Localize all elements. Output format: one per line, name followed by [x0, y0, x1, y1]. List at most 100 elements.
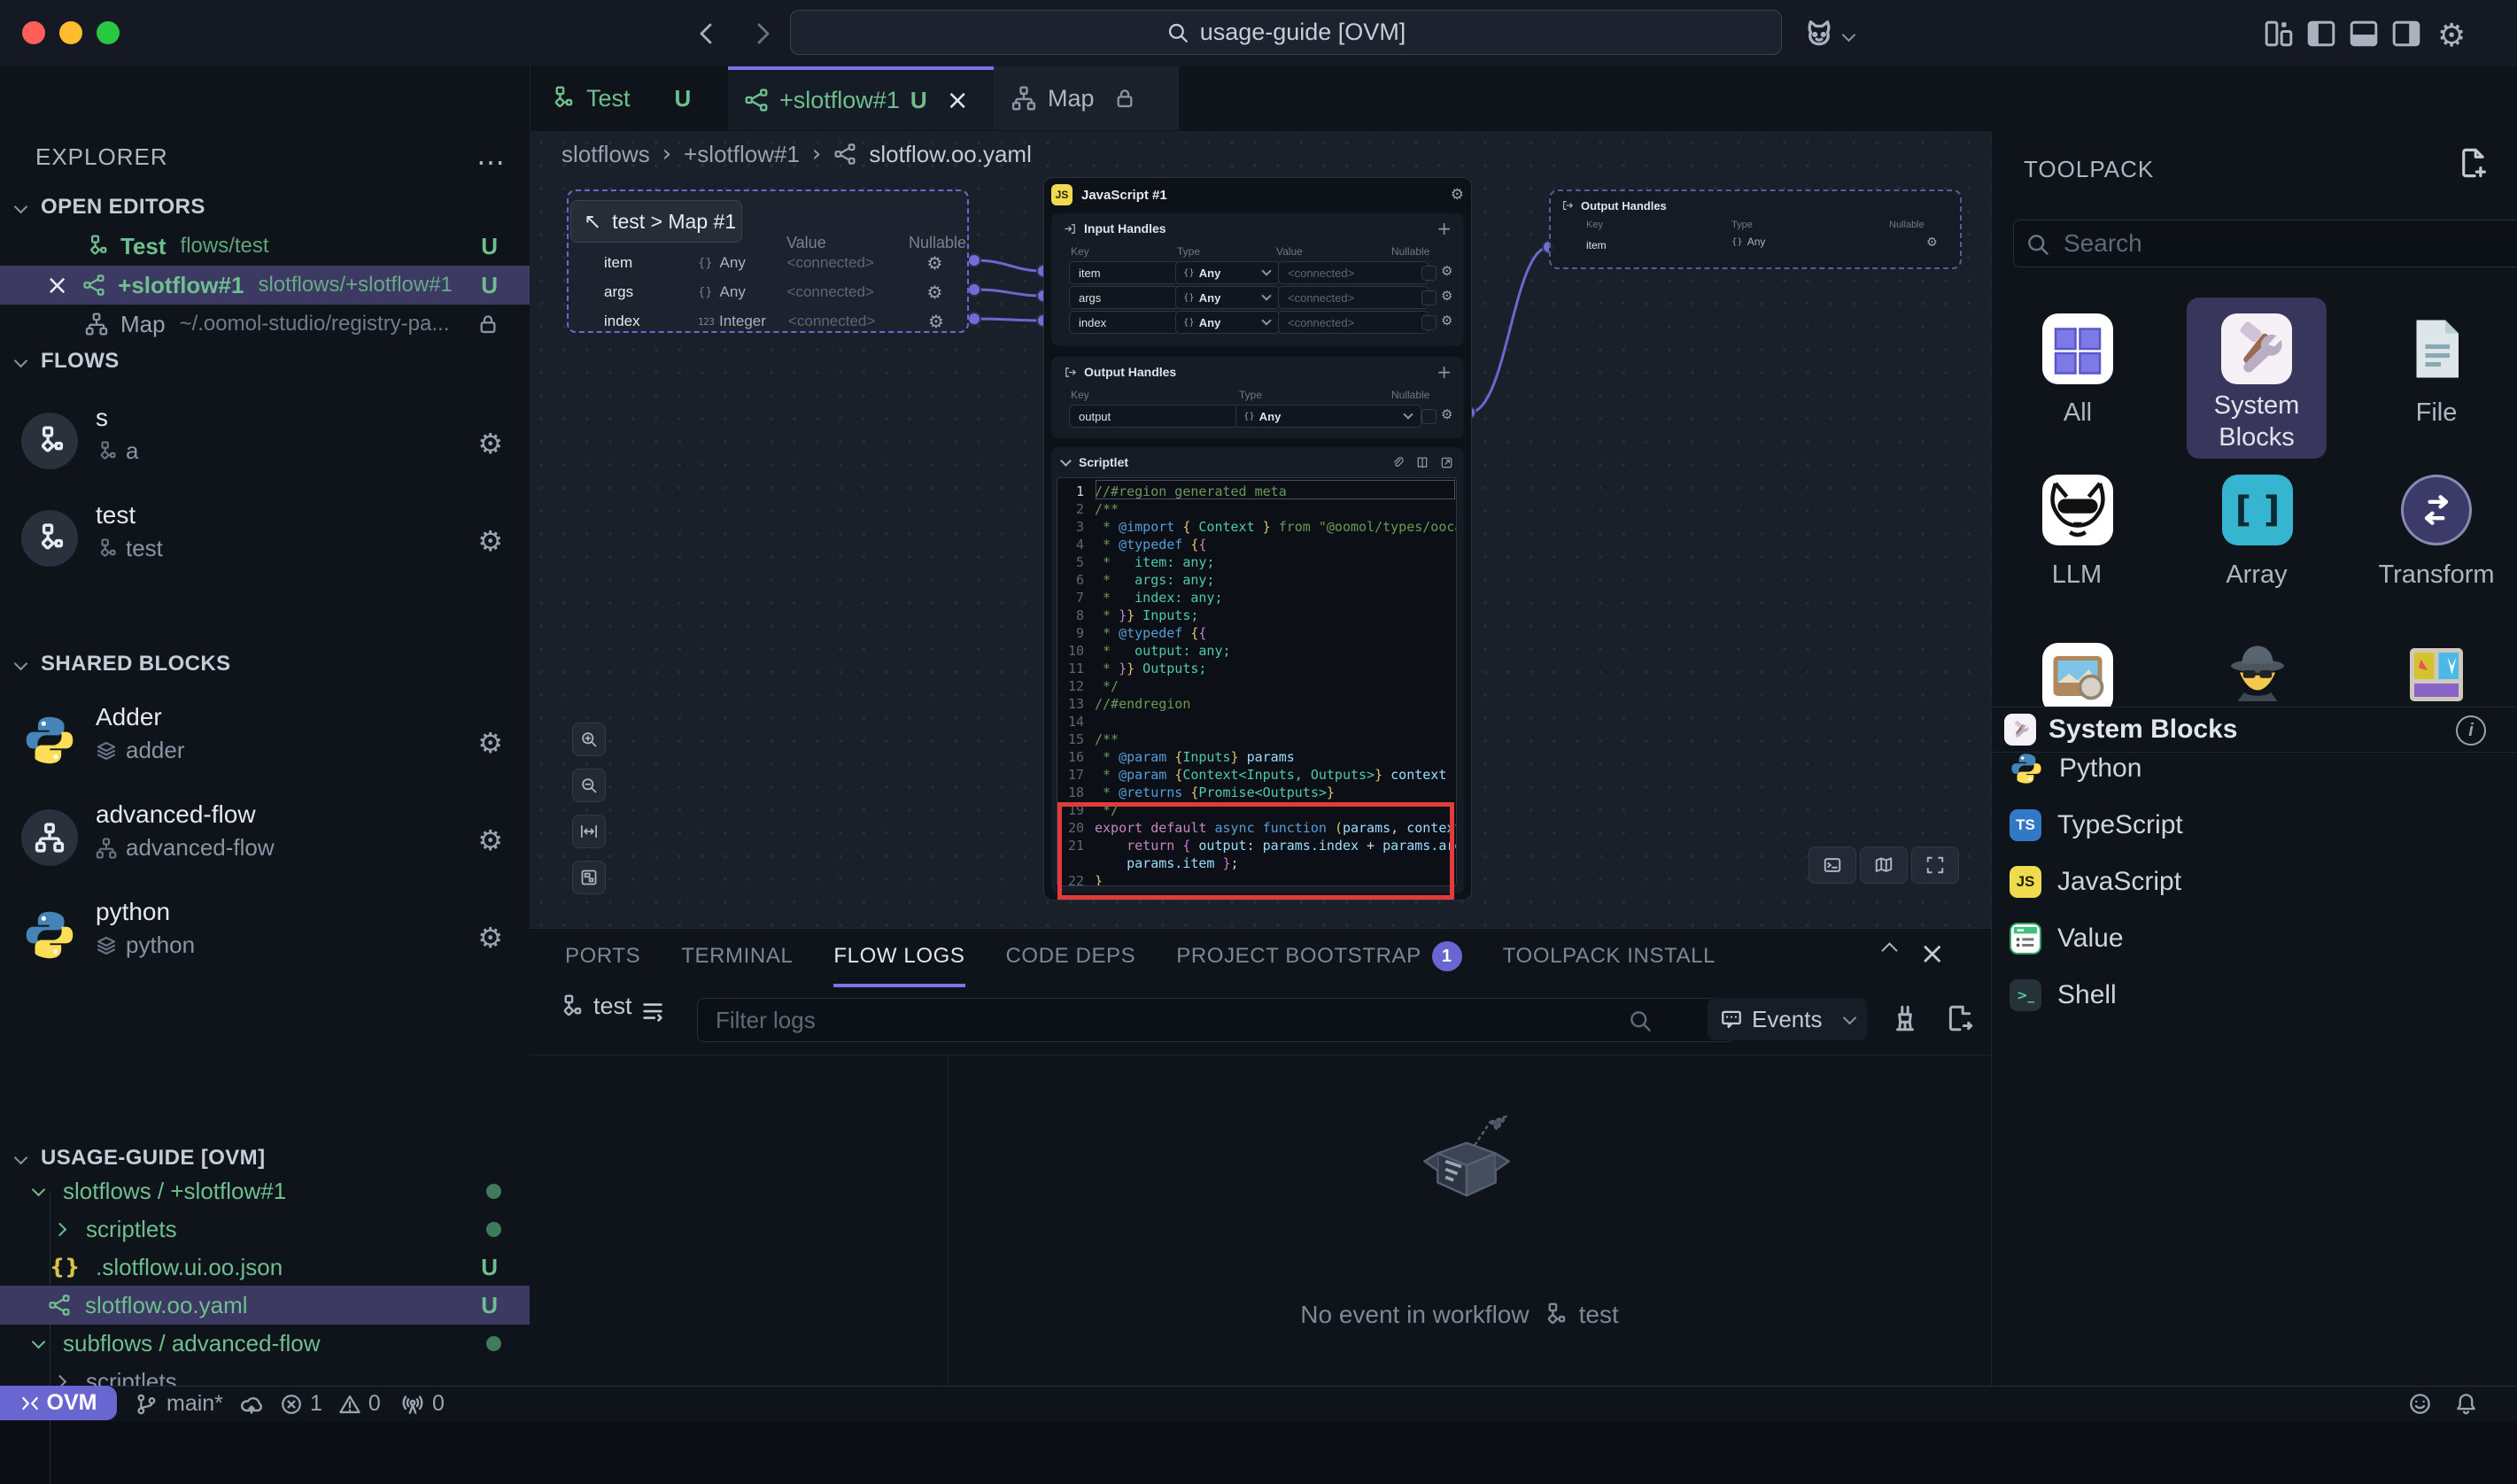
flow-list-item[interactable]: test test ⚙ [21, 501, 530, 586]
clear-logs-icon[interactable] [1890, 1003, 1920, 1033]
toggle-right-sidebar-icon[interactable] [2391, 19, 2421, 49]
input-type-select[interactable]: {} Any [1175, 311, 1280, 334]
log-split-divider[interactable] [948, 1055, 949, 1386]
notifications-bell-icon[interactable] [2454, 1392, 2478, 1416]
row-gear-icon[interactable]: ⚙ [1441, 288, 1452, 304]
panel-tab-project-bootstrap[interactable]: PROJECT BOOTSTRAP 1 [1176, 929, 1461, 984]
sync-cloud-icon[interactable] [239, 1392, 264, 1417]
new-file-icon[interactable] [2458, 147, 2490, 179]
filter-logs-input[interactable] [697, 998, 1735, 1042]
log-view-mode-icon[interactable] [639, 998, 666, 1024]
row-gear-icon[interactable]: ⚙ [1441, 263, 1452, 279]
open-external-icon[interactable] [1440, 456, 1453, 469]
docs-icon[interactable] [1415, 456, 1429, 469]
ports-status[interactable]: 0 [400, 1387, 445, 1421]
tree-item-scriptlets[interactable]: scriptlets [0, 1210, 530, 1248]
panel-tab-code-deps[interactable]: CODE DEPS [1006, 929, 1136, 984]
log-flow-scope[interactable]: test [558, 993, 632, 1020]
category-all-icon[interactable] [2042, 313, 2113, 384]
flow-settings-gear-icon[interactable]: ⚙ [477, 524, 503, 558]
add-input-icon[interactable]: + [1437, 218, 1452, 239]
zoom-out-button[interactable] [572, 769, 606, 802]
input-value-field[interactable]: <connected> [1278, 311, 1429, 334]
flow-settings-gear-icon[interactable]: ⚙ [477, 427, 503, 460]
output-slot-node[interactable]: Output Handles Key Type Nullable item {}… [1549, 189, 1962, 269]
minimap-button[interactable] [572, 861, 606, 894]
input-value-field[interactable]: <connected> [1278, 261, 1429, 284]
panel-tab-flow-logs[interactable]: FLOW LOGS [833, 925, 964, 987]
panel-tab-terminal[interactable]: TERMINAL [681, 929, 793, 984]
flow-list-item[interactable]: s a ⚙ [21, 404, 530, 489]
nullable-checkbox[interactable] [1421, 290, 1437, 305]
map-view-button[interactable] [1860, 846, 1908, 884]
toggle-left-sidebar-icon[interactable] [2306, 19, 2336, 49]
js-node-header[interactable]: JS JavaScript #1 ⚙ [1051, 183, 1464, 206]
map-node[interactable]: Value Nullable item {} Any <connected> ⚙… [567, 189, 969, 333]
events-dropdown[interactable]: Events [1708, 998, 1867, 1040]
console-view-button[interactable] [1808, 846, 1856, 884]
row-gear-icon[interactable]: ⚙ [927, 252, 943, 274]
tab-slotflow-active[interactable]: +slotflow#1 U × [728, 66, 994, 130]
shared-block-item[interactable]: Adder adder ⚙ [21, 703, 530, 788]
input-key-field[interactable]: index [1069, 311, 1179, 334]
block-item-typescript[interactable]: TS TypeScript [2010, 797, 2183, 854]
category-system-blocks-icon[interactable] [2221, 313, 2292, 384]
panel-close-icon[interactable]: × [1920, 936, 1946, 971]
problems-status[interactable]: 1 0 [280, 1387, 381, 1421]
nullable-checkbox[interactable] [1421, 409, 1437, 424]
category-comic-icon[interactable] [2401, 639, 2472, 707]
block-item-python[interactable]: Python [2010, 740, 2141, 797]
map-node-title-chip[interactable]: ↖ test > Map #1 [570, 200, 742, 243]
open-editor-item[interactable]: Test flows/test U [0, 227, 530, 266]
info-icon[interactable]: i [2456, 715, 2486, 746]
forward-icon[interactable] [748, 19, 777, 48]
row-gear-icon[interactable]: ⚙ [1441, 313, 1452, 328]
git-branch-status[interactable]: main* [135, 1387, 264, 1421]
tab-close-icon[interactable]: × [947, 85, 969, 116]
row-gear-icon[interactable]: ⚙ [1441, 406, 1452, 422]
category-images-icon[interactable] [2042, 643, 2113, 707]
block-item-value[interactable]: Value [2010, 910, 2124, 967]
block-item-javascript[interactable]: JS JavaScript [2010, 854, 2181, 910]
category-file-icon[interactable] [2401, 313, 2472, 384]
category-spy-icon[interactable] [2222, 639, 2293, 707]
open-editor-item[interactable]: Map ~/.oomol-studio/registry-pa... [0, 305, 530, 344]
panel-tab-ports[interactable]: PORTS [565, 929, 640, 984]
flows-chevron-icon[interactable] [16, 354, 26, 370]
nullable-checkbox[interactable] [1421, 266, 1437, 281]
tree-item-json-file[interactable]: {} .slotflow.ui.oo.json U [0, 1248, 530, 1287]
toggle-bottom-panel-icon[interactable] [2349, 19, 2379, 49]
open-editor-item-selected[interactable]: × +slotflow#1 slotflows/+slotflow#1 U [0, 266, 530, 305]
export-logs-icon[interactable] [1945, 1003, 1975, 1033]
fit-view-button[interactable] [572, 815, 606, 848]
workspace-chevron-icon[interactable] [16, 1151, 26, 1167]
nullable-checkbox[interactable] [1421, 315, 1437, 330]
javascript-node[interactable]: JS JavaScript #1 ⚙ Input Handles + Key T… [1043, 177, 1472, 900]
input-value-field[interactable]: <connected> [1278, 286, 1429, 309]
block-settings-gear-icon[interactable]: ⚙ [477, 921, 503, 955]
shared-block-item[interactable]: advanced-flow advanced-flow ⚙ [21, 800, 530, 885]
block-settings-gear-icon[interactable]: ⚙ [477, 726, 503, 760]
panel-collapse-icon[interactable] [1884, 945, 1895, 961]
toolpack-search-input[interactable] [2013, 220, 2517, 267]
category-transform-icon[interactable] [2401, 475, 2472, 545]
settings-gear-icon[interactable]: ⚙ [2437, 17, 2466, 54]
remote-ovm-button[interactable]: OVM [0, 1386, 117, 1420]
attachment-icon[interactable] [1391, 456, 1405, 469]
tree-item-subflows[interactable]: subflows / advanced-flow [0, 1324, 530, 1363]
row-gear-icon[interactable]: ⚙ [927, 282, 943, 303]
explorer-more-icon[interactable]: … [476, 138, 505, 172]
add-output-icon[interactable]: + [1437, 361, 1452, 383]
row-gear-icon[interactable]: ⚙ [1926, 236, 1938, 250]
feedback-smiley-icon[interactable] [2408, 1392, 2432, 1416]
row-gear-icon[interactable]: ⚙ [928, 311, 944, 332]
output-key-field[interactable]: output [1069, 405, 1239, 428]
node-gear-icon[interactable]: ⚙ [1451, 186, 1464, 204]
panel-tab-toolpack-install[interactable]: TOOLPACK INSTALL [1503, 929, 1715, 984]
open-editors-chevron-icon[interactable] [16, 200, 26, 216]
input-type-select[interactable]: {} Any [1175, 286, 1280, 309]
layout-icon[interactable] [2264, 19, 2294, 49]
assistant-chevron-icon[interactable] [1844, 28, 1854, 44]
close-icon[interactable]: × [46, 270, 68, 301]
shared-block-item[interactable]: python python ⚙ [21, 898, 530, 983]
